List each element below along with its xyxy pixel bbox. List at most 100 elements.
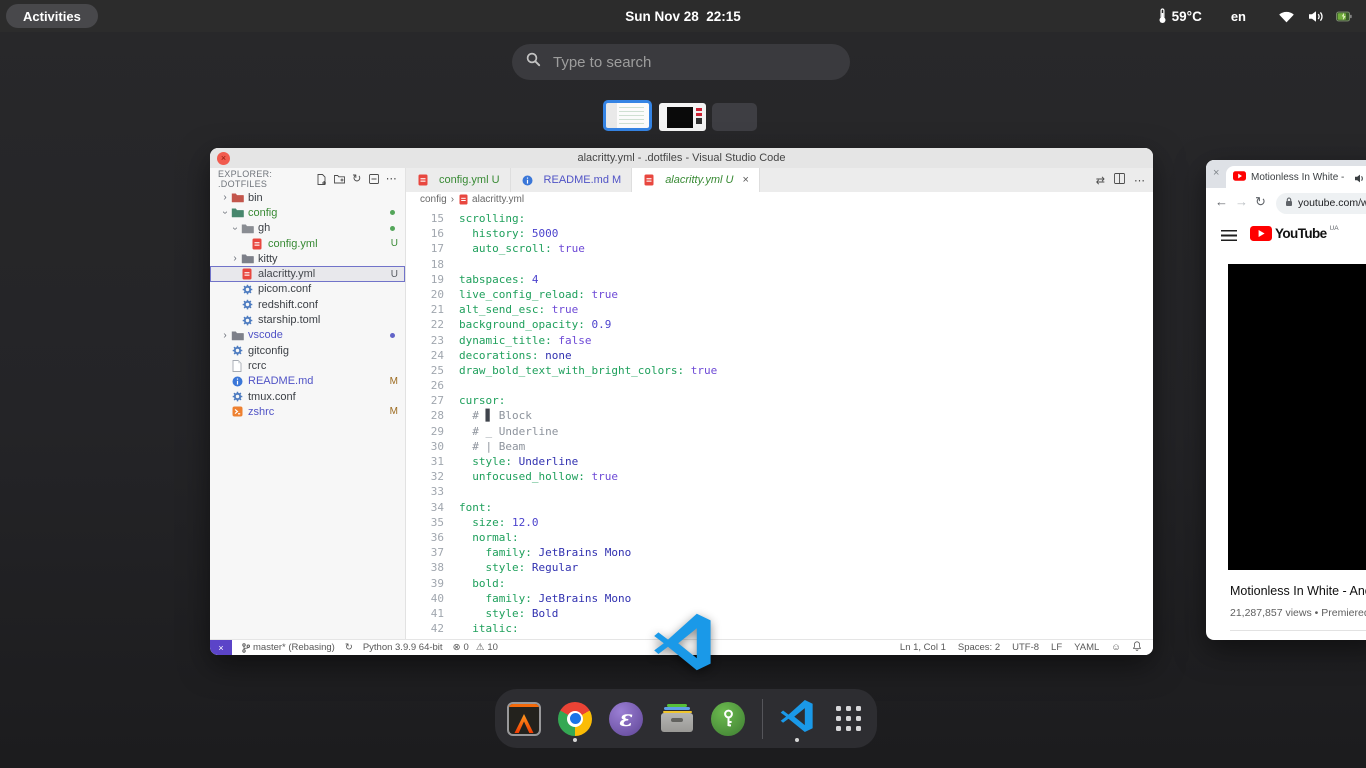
tab-close-icon[interactable]: × — [742, 174, 748, 186]
explorer-item-gitconfig[interactable]: gitconfig — [210, 343, 405, 358]
code-line[interactable]: 41 style: Bold — [406, 606, 1153, 621]
code-line[interactable]: 22background_opacity: 0.9 — [406, 317, 1153, 332]
code-line[interactable]: 34font: — [406, 500, 1153, 515]
tab-close-icon[interactable]: × — [1213, 167, 1219, 179]
dock-item-keepassxc[interactable] — [709, 695, 747, 743]
dock-item-emacs[interactable]: ε — [607, 695, 645, 743]
code-line[interactable]: 17 auto_scroll: true — [406, 241, 1153, 256]
tab-readme-md[interactable]: README.md M — [511, 168, 633, 192]
chrome-window[interactable]: × Motionless In White - ← → ↻ youtube.co… — [1206, 160, 1366, 640]
address-bar[interactable]: youtube.com/wa — [1276, 193, 1366, 214]
explorer-item-zshrc[interactable]: zshrcM — [210, 404, 405, 419]
code-line[interactable]: 42 italic: — [406, 621, 1153, 636]
keyboard-layout-indicator[interactable]: en — [1231, 9, 1246, 24]
dock-item-alacritty[interactable] — [505, 695, 543, 743]
collapse-folders-icon[interactable] — [369, 174, 379, 184]
remote-indicator[interactable]: × — [210, 640, 232, 655]
explorer-item-gh[interactable]: ›gh — [210, 221, 405, 236]
code-line[interactable]: 24decorations: none — [406, 348, 1153, 363]
indentation-status[interactable]: Spaces: 2 — [958, 642, 1000, 653]
explorer-item-alacritty-yml[interactable]: alacritty.ymlU — [210, 266, 405, 281]
explorer-item-config[interactable]: ›config — [210, 205, 405, 220]
code-line[interactable]: 28 # ▋ Block — [406, 408, 1153, 423]
code-line[interactable]: 37 family: JetBrains Mono — [406, 545, 1153, 560]
vscode-window[interactable]: × alacritty.yml - .dotfiles - Visual Stu… — [210, 148, 1153, 655]
workspace-thumbnail-empty[interactable] — [712, 103, 757, 131]
split-editor-icon[interactable] — [1114, 173, 1125, 187]
notifications-bell-icon[interactable] — [1133, 641, 1141, 654]
problems-status[interactable]: ⊗0 ⚠10 — [453, 642, 498, 653]
code-line[interactable]: 32 unfocused_hollow: true — [406, 469, 1153, 484]
code-line[interactable]: 30 # | Beam — [406, 439, 1153, 454]
code-line[interactable]: 15scrolling: — [406, 211, 1153, 226]
explorer-item-starship-toml[interactable]: starship.toml — [210, 312, 405, 327]
code-line[interactable]: 38 style: Regular — [406, 560, 1153, 575]
code-line[interactable]: 29 # _ Underline — [406, 424, 1153, 439]
explorer-item-tmux-conf[interactable]: tmux.conf — [210, 389, 405, 404]
code-line[interactable]: 16 history: 5000 — [406, 226, 1153, 241]
system-status-area[interactable]: 59°C en — [1158, 0, 1352, 32]
code-editor[interactable]: 15scrolling:16 history: 500017 auto_scro… — [406, 207, 1153, 640]
tab-alacritty-yml[interactable]: alacritty.yml U × — [632, 168, 760, 192]
dock-item-files[interactable] — [658, 695, 696, 743]
code-line[interactable]: 31 style: Underline — [406, 454, 1153, 469]
editor-more-icon[interactable]: ⋯ — [1134, 174, 1145, 187]
tab-config-yml[interactable]: config.yml U — [406, 168, 511, 192]
explorer-item-kitty[interactable]: ›kitty — [210, 251, 405, 266]
search-input[interactable] — [551, 53, 836, 72]
code-line[interactable]: 39 bold: — [406, 576, 1153, 591]
code-line[interactable]: 18 — [406, 257, 1153, 272]
explorer-item-readme-md[interactable]: README.mdM — [210, 374, 405, 389]
explorer-item-config-yml[interactable]: config.ymlU — [210, 236, 405, 251]
dock-item-app-grid[interactable] — [829, 695, 867, 743]
code-line[interactable]: 23dynamic_title: false — [406, 333, 1153, 348]
window-close-button[interactable]: × — [217, 152, 230, 165]
encoding-status[interactable]: UTF-8 — [1012, 642, 1039, 653]
explorer-item-vscode[interactable]: ›vscode — [210, 328, 405, 343]
workspace-thumbnail-active[interactable] — [603, 100, 652, 131]
explorer-item-rcrc[interactable]: rcrc — [210, 358, 405, 373]
tab-audio-icon[interactable] — [1354, 173, 1365, 187]
language-mode[interactable]: YAML — [1074, 642, 1099, 653]
open-changes-icon[interactable]: ⇄ — [1096, 174, 1105, 187]
refresh-icon[interactable]: ↻ — [352, 174, 362, 185]
git-branch-status[interactable]: master* (Rebasing) — [242, 642, 335, 653]
feedback-icon[interactable]: ☺ — [1111, 642, 1121, 653]
code-line[interactable]: 26 — [406, 378, 1153, 393]
dock-item-chrome[interactable] — [556, 695, 594, 743]
breadcrumb[interactable]: config › alacritty.yml — [406, 192, 1153, 207]
code-line[interactable]: 19tabspaces: 4 — [406, 272, 1153, 287]
code-line[interactable]: 20live_config_reload: true — [406, 287, 1153, 302]
explorer-item-picom-conf[interactable]: picom.conf — [210, 282, 405, 297]
youtube-logo[interactable]: YouTube UA — [1250, 226, 1339, 241]
python-interpreter[interactable]: Python 3.9.9 64-bit — [363, 642, 443, 653]
chrome-active-tab[interactable]: Motionless In White - — [1226, 166, 1366, 188]
clock[interactable]: Sun Nov 28 22:15 — [625, 0, 741, 32]
hamburger-menu-icon[interactable] — [1221, 230, 1237, 241]
new-folder-icon[interactable] — [334, 174, 345, 184]
eol-status[interactable]: LF — [1051, 642, 1062, 653]
vscode-app-badge-icon[interactable] — [653, 612, 713, 672]
reload-icon[interactable]: ↻ — [1255, 195, 1266, 208]
code-line[interactable]: 33 — [406, 484, 1153, 499]
dock-item-vscode[interactable] — [778, 695, 816, 743]
explorer-item-bin[interactable]: ›bin — [210, 190, 405, 205]
code-line[interactable]: 35 size: 12.0 — [406, 515, 1153, 530]
sync-button[interactable]: ↻ — [345, 642, 353, 653]
forward-icon[interactable]: → — [1235, 195, 1248, 208]
code-line[interactable]: 21alt_send_esc: true — [406, 302, 1153, 317]
overview-search[interactable] — [512, 44, 850, 80]
vscode-title-bar[interactable]: × alacritty.yml - .dotfiles - Visual Stu… — [210, 148, 1153, 168]
code-line[interactable]: 36 normal: — [406, 530, 1153, 545]
workspace-thumbnail-youtube[interactable] — [659, 103, 706, 131]
back-icon[interactable]: ← — [1215, 195, 1228, 208]
cursor-position[interactable]: Ln 1, Col 1 — [900, 642, 946, 653]
activities-button[interactable]: Activities — [6, 4, 98, 28]
more-actions-icon[interactable]: ⋯ — [386, 174, 397, 185]
code-line[interactable]: 40 family: JetBrains Mono — [406, 591, 1153, 606]
new-file-icon[interactable] — [317, 174, 327, 185]
explorer-item-redshift-conf[interactable]: redshift.conf — [210, 297, 405, 312]
code-line[interactable]: 27cursor: — [406, 393, 1153, 408]
video-player[interactable] — [1228, 264, 1366, 570]
code-line[interactable]: 25draw_bold_text_with_bright_colors: tru… — [406, 363, 1153, 378]
